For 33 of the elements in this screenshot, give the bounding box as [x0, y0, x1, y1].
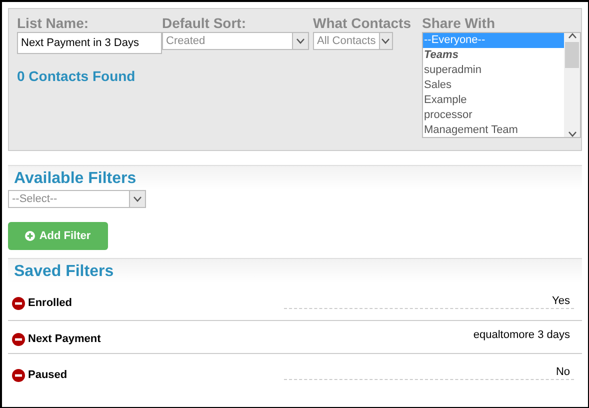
list-option[interactable]: superadmin	[423, 63, 564, 78]
filter-name: Next Payment	[28, 332, 101, 347]
remove-icon[interactable]	[12, 332, 25, 346]
share-with-listbox[interactable]: --Everyone-- Teams superadmin Sales Example processor Management Team	[422, 32, 581, 138]
scroll-up-icon[interactable]	[568, 33, 576, 39]
select-value: Created	[165, 34, 206, 49]
plus-circle-icon	[25, 231, 36, 241]
remove-icon[interactable]	[12, 368, 25, 382]
contacts-found-count: 0 Contacts Found	[17, 67, 136, 86]
list-option[interactable]: Example	[423, 93, 564, 108]
filter-value: equaltomore 3 days	[472, 328, 571, 343]
select-value: --Select--	[11, 192, 58, 207]
list-option[interactable]: processor	[423, 108, 564, 123]
field-label: List Name:	[17, 15, 90, 32]
list-option[interactable]: Sales	[423, 78, 564, 93]
contacts-select[interactable]: All Contacts	[313, 32, 393, 50]
select-value: All Contacts	[316, 34, 377, 49]
field-label: Share With	[422, 15, 496, 32]
filter-name: Enrolled	[28, 296, 72, 312]
scrollbar[interactable]	[564, 33, 580, 137]
group-header: Teams	[423, 48, 460, 63]
field-label: What Contacts	[313, 15, 412, 32]
default-sort-select[interactable]: Created	[162, 32, 309, 50]
list-name-field[interactable]: Next Payment in 3 Days	[17, 32, 162, 54]
filter-value: No	[284, 358, 574, 380]
remove-icon[interactable]	[12, 297, 25, 310]
scroll-down-icon[interactable]	[568, 131, 576, 137]
list-option[interactable]: Management Team	[423, 123, 564, 137]
field-label: Default Sort:	[162, 15, 247, 32]
filter-value: Yes	[284, 287, 574, 309]
filter-select[interactable]: --Select--	[8, 190, 146, 208]
filter-name: Paused	[28, 368, 68, 383]
scrollbar-thumb[interactable]	[565, 42, 579, 68]
